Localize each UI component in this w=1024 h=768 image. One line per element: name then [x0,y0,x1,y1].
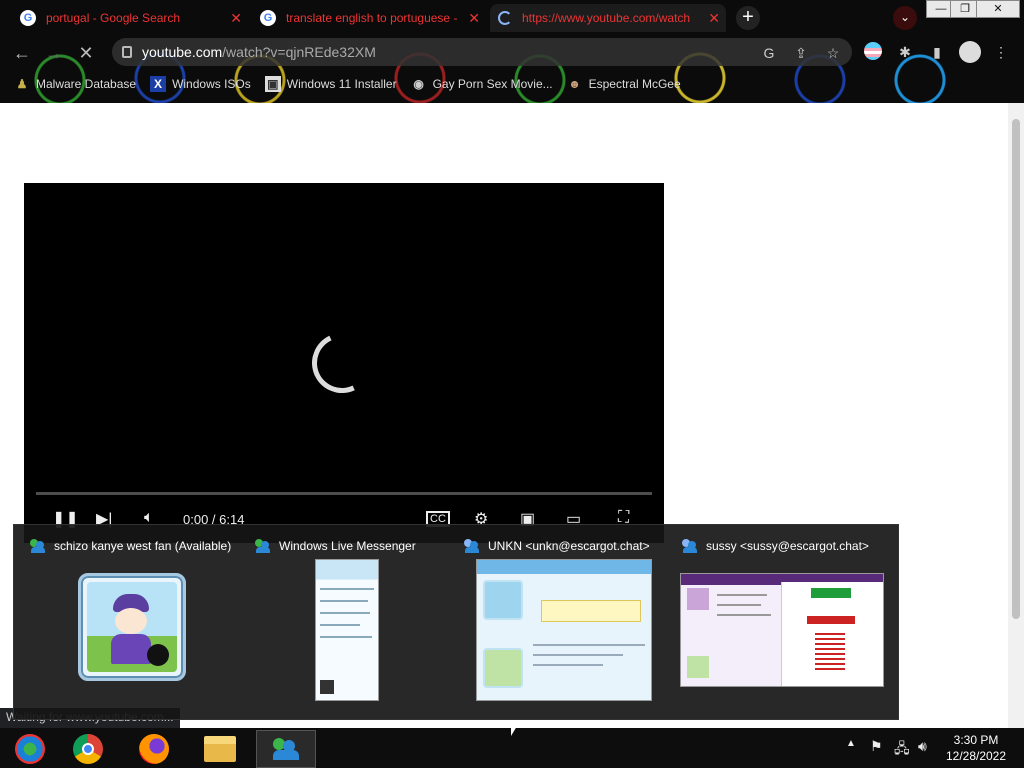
preview-window-messenger-main[interactable]: Windows Live Messenger [239,525,454,721]
url-path: /watch?v=qjnREde32XM [222,44,376,60]
bookmark-movie[interactable]: ◉ Gay Porn Sex Movie... [411,76,552,92]
preview-window-contact-list[interactable]: schizo kanye west fan (Available) [14,525,239,721]
preview-window-unkn-conversation[interactable]: UNKN <unkn@escargot.chat> [454,525,674,721]
messenger-icon [271,736,301,762]
bookmark-icon: ☻ [568,77,581,91]
tab-title: https://www.youtube.com/watch [522,11,691,25]
tab-google-search[interactable]: G portugal - Google Search ✕ [12,4,248,32]
extension-flag-icon[interactable] [864,42,882,60]
firefox-icon [139,734,169,764]
conversation-game-thumbnail [680,573,884,687]
malware-icon: ♟ [16,77,28,91]
chrome-icon [73,734,103,764]
mouse-cursor-icon [511,720,517,736]
page-scrollbar[interactable] [1008,103,1024,728]
video-player[interactable]: ❚❚ ▶| 🔈︎ 0:00 / 6:14 CC ⚙ ▣ ▭ ⛶ [24,183,664,543]
loading-spinner-icon [498,11,512,25]
tab-close-icon[interactable]: ✕ [230,10,242,27]
messenger-icon [682,539,698,553]
preview-title: UNKN <unkn@escargot.chat> [488,539,650,553]
messenger-icon [30,539,46,553]
system-clock[interactable]: 3:30 PM 12/28/2022 [936,732,1016,764]
show-hidden-icons-chevron-icon[interactable]: ▲ [846,738,856,749]
google-favicon-icon: G [20,10,36,26]
browser-chrome: G portugal - Google Search ✕ G translate… [0,0,1024,103]
address-bar[interactable]: youtube.com/watch?v=qjnREde32XM G ⇪ ☆ [112,38,852,66]
clock-date: 12/28/2022 [945,749,1007,763]
action-center-flag-icon[interactable]: ⚑ [870,738,883,755]
tab-translate[interactable]: G translate english to portuguese - ✕ [252,4,486,32]
side-panel-icon[interactable]: ▮ [928,43,946,61]
new-tab-button[interactable]: + [736,6,760,30]
x-icon: X [150,76,167,92]
preview-title: schizo kanye west fan (Available) [54,539,232,553]
taskbar-app-file-explorer[interactable] [190,730,250,768]
stop-loading-icon[interactable]: ✕ [74,42,98,66]
url-host: youtube.com [142,44,223,60]
back-arrow-icon[interactable]: ← [10,42,34,66]
tab-strip: G portugal - Google Search ✕ G translate… [0,0,1024,34]
installer-icon: ▣ [264,76,281,92]
preview-title: sussy <sussy@escargot.chat> [706,539,869,553]
taskbar-app-chrome[interactable] [58,730,118,768]
bookmark-espectral-mcgee[interactable]: ☻ Espectral McGee [567,76,680,92]
video-progress-bar[interactable] [36,492,652,495]
tab-search-button[interactable]: ⌄ [893,6,917,30]
tab-close-icon[interactable]: ✕ [468,10,480,27]
lock-icon[interactable] [122,46,132,58]
tab-close-icon[interactable]: ✕ [708,10,720,27]
google-lens-icon[interactable]: G [760,44,778,62]
conversation-thumbnail [476,559,652,701]
taskbar-app-messenger[interactable] [256,730,316,768]
google-favicon-icon: G [260,10,276,26]
media-center-icon [15,734,45,764]
tab-title: portugal - Google Search [46,11,181,25]
close-window-button[interactable]: ✕ [976,0,1020,18]
profile-avatar-icon[interactable] [959,41,981,63]
bookmarks-bar: ♟ Malware Database X Windows ISOs ▣ Wind… [0,72,1024,96]
volume-icon[interactable]: 🔊︎ [918,738,927,755]
taskbar-app-firefox[interactable] [124,730,184,768]
tab-title: translate english to portuguese - [286,11,458,25]
folder-icon [204,736,236,762]
bookmark-windows-11-installer[interactable]: ▣ Windows 11 Installer [264,76,397,92]
extensions-puzzle-icon[interactable]: ✱ [896,43,914,61]
messenger-icon [464,539,480,553]
taskbar-thumbnail-preview: schizo kanye west fan (Available) Window… [13,524,899,720]
scrollbar-thumb[interactable] [1012,119,1020,619]
menu-kebab-icon[interactable]: ⋮ [992,43,1010,61]
preview-window-sussy-conversation[interactable]: sussy <sussy@escargot.chat> [674,525,900,721]
avatar [78,573,186,681]
forward-arrow-icon[interactable]: → [42,42,66,66]
clock-time: 3:30 PM [953,733,999,747]
share-icon[interactable]: ⇪ [792,44,810,62]
tab-youtube[interactable]: https://www.youtube.com/watch ✕ [490,4,726,32]
messenger-main-thumbnail [315,559,379,701]
preview-title: Windows Live Messenger [279,539,416,553]
bookmark-windows-isos[interactable]: X Windows ISOs [150,76,251,92]
video-loading-spinner-icon [303,324,381,402]
bookmark-malware-database[interactable]: ♟ Malware Database [14,76,136,92]
taskbar-app-media-center[interactable] [0,730,60,768]
star-bookmark-icon[interactable]: ☆ [824,44,842,62]
toolbar: ← → ✕ youtube.com/watch?v=qjnREde32XM G … [0,36,1024,70]
bookmark-icon: ◉ [413,77,424,91]
network-icon[interactable]: 🖧︎ [894,738,910,762]
messenger-icon [255,539,271,553]
